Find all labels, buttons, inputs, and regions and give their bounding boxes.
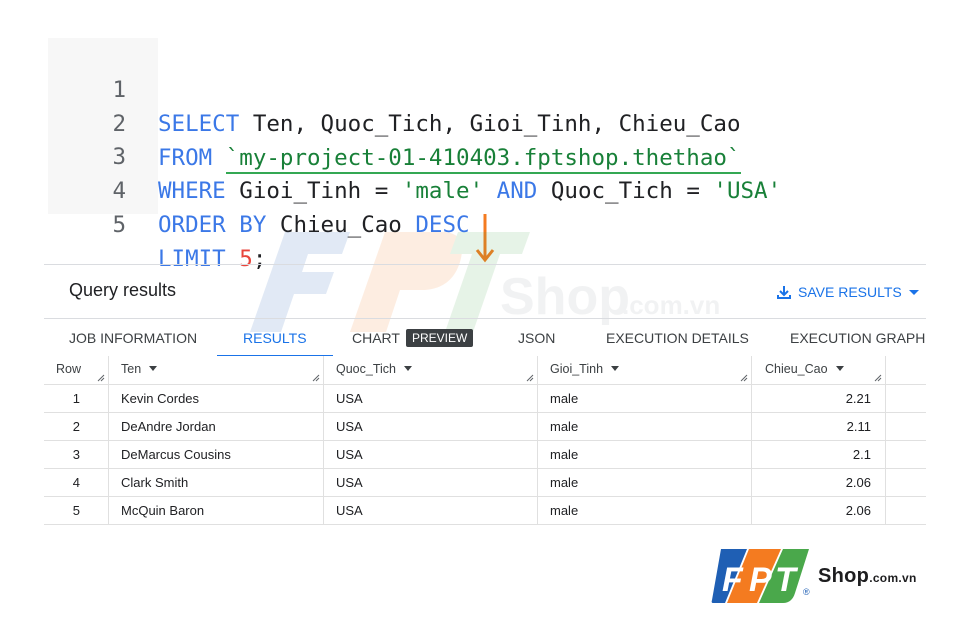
table-header-row: Row Ten Quoc_Tich Gioi_Tinh Chieu_Cao xyxy=(44,356,926,385)
cell-ten[interactable]: Clark Smith xyxy=(109,469,324,496)
keyword-select: SELECT xyxy=(158,111,240,137)
column-header-chieu-cao[interactable]: Chieu_Cao xyxy=(752,356,886,384)
line-number: 5 xyxy=(112,212,126,238)
order-column: Chieu_Cao xyxy=(266,212,416,238)
svg-text:F: F xyxy=(722,561,744,599)
where-condition-2: Quoc_Tich = xyxy=(537,178,714,204)
svg-text:.com.vn: .com.vn xyxy=(622,290,720,320)
code-line-2[interactable]: 2 FROM `my-project-01-410403.fptshop.the… xyxy=(48,73,741,174)
resize-handle-icon[interactable] xyxy=(526,374,534,382)
tab-results[interactable]: RESULTS xyxy=(217,319,332,358)
shop-wordmark: Shop.com.vn xyxy=(818,565,917,587)
tab-json[interactable]: JSON xyxy=(518,319,555,357)
cell-gioi-tinh[interactable]: male xyxy=(538,385,752,412)
column-header-quoc-tich[interactable]: Quoc_Tich xyxy=(324,356,538,384)
tab-execution-graph[interactable]: EXECUTION GRAPH xyxy=(790,319,925,357)
svg-text:T: T xyxy=(775,561,799,599)
download-icon xyxy=(777,286,791,299)
save-results-label: SAVE RESULTS xyxy=(798,284,902,300)
keyword-and: AND xyxy=(496,178,538,204)
preview-badge: PREVIEW xyxy=(405,329,474,347)
fpt-logo-icon: F P T ® xyxy=(711,549,810,603)
results-tabs: JOB INFORMATION RESULTS CHART PREVIEW JSO… xyxy=(44,318,926,358)
cell-gioi-tinh[interactable]: male xyxy=(538,469,752,496)
row-number: 4 xyxy=(44,469,109,496)
caret-down-icon xyxy=(908,289,919,295)
row-number: 1 xyxy=(44,385,109,412)
table-row[interactable]: 3 DeMarcus Cousins USA male 2.1 xyxy=(44,441,926,469)
column-header-row[interactable]: Row xyxy=(44,356,109,384)
table-row[interactable]: 4 Clark Smith USA male 2.06 xyxy=(44,469,926,497)
svg-text:®: ® xyxy=(803,587,810,597)
divider xyxy=(44,264,926,265)
cell-chieu-cao[interactable]: 2.11 xyxy=(752,413,886,440)
table-row[interactable]: 5 McQuin Baron USA male 2.06 xyxy=(44,497,926,525)
cell-gioi-tinh[interactable]: male xyxy=(538,413,752,440)
row-number: 3 xyxy=(44,441,109,468)
keyword-where: WHERE xyxy=(158,178,226,204)
column-header-ten[interactable]: Ten xyxy=(109,356,324,384)
where-condition-1: Gioi_Tinh = xyxy=(225,178,402,204)
cell-chieu-cao[interactable]: 2.06 xyxy=(752,497,886,524)
cell-gioi-tinh[interactable]: male xyxy=(538,497,752,524)
table-row[interactable]: 2 DeAndre Jordan USA male 2.11 xyxy=(44,413,926,441)
resize-handle-icon[interactable] xyxy=(740,374,748,382)
row-number: 5 xyxy=(44,497,109,524)
results-table: Row Ten Quoc_Tich Gioi_Tinh Chieu_Cao 1 … xyxy=(44,356,926,525)
select-columns: Ten, Quoc_Tich, Gioi_Tinh, Chieu_Cao xyxy=(239,111,741,137)
cell-quoc-tich[interactable]: USA xyxy=(324,413,538,440)
cell-chieu-cao[interactable]: 2.21 xyxy=(752,385,886,412)
cell-chieu-cao[interactable]: 2.1 xyxy=(752,441,886,468)
cell-ten[interactable]: DeAndre Jordan xyxy=(109,413,324,440)
resize-handle-icon[interactable] xyxy=(97,374,105,382)
tab-execution-details[interactable]: EXECUTION DETAILS xyxy=(606,319,749,357)
tab-chart[interactable]: CHART PREVIEW xyxy=(352,319,474,357)
cell-quoc-tich[interactable]: USA xyxy=(324,385,538,412)
sql-editor[interactable]: 1 SELECT Ten, Quoc_Tich, Gioi_Tinh, Chie… xyxy=(48,38,878,272)
keyword-limit: LIMIT xyxy=(158,246,226,272)
table-row[interactable]: 1 Kevin Cordes USA male 2.21 xyxy=(44,385,926,413)
cell-chieu-cao[interactable]: 2.06 xyxy=(752,469,886,496)
query-results-title: Query results xyxy=(69,280,177,300)
cell-ten[interactable]: McQuin Baron xyxy=(109,497,324,524)
tab-chart-label: CHART xyxy=(352,330,400,346)
cell-quoc-tich[interactable]: USA xyxy=(324,469,538,496)
cell-gioi-tinh[interactable]: male xyxy=(538,441,752,468)
keyword-from: FROM xyxy=(158,145,213,171)
cell-quoc-tich[interactable]: USA xyxy=(324,497,538,524)
code-line-5[interactable]: 5 LIMIT 5; xyxy=(48,174,266,272)
column-header-gioi-tinh[interactable]: Gioi_Tinh xyxy=(538,356,752,384)
cell-ten[interactable]: DeMarcus Cousins xyxy=(109,441,324,468)
sort-caret-icon[interactable] xyxy=(835,366,844,371)
keyword-desc: DESC xyxy=(415,212,470,238)
resize-handle-icon[interactable] xyxy=(312,374,320,382)
sort-caret-icon[interactable] xyxy=(611,366,620,371)
sort-caret-icon[interactable] xyxy=(403,366,412,371)
svg-text:P: P xyxy=(749,561,772,599)
tab-job-information[interactable]: JOB INFORMATION xyxy=(69,319,197,357)
semicolon: ; xyxy=(252,246,267,272)
resize-handle-icon[interactable] xyxy=(874,374,882,382)
string-literal: 'male' xyxy=(401,178,484,204)
sort-caret-icon[interactable] xyxy=(149,366,158,371)
keyword-order-by: ORDER BY xyxy=(158,212,267,238)
cell-quoc-tich[interactable]: USA xyxy=(324,441,538,468)
cell-ten[interactable]: Kevin Cordes xyxy=(109,385,324,412)
number-literal: 5 xyxy=(239,246,253,272)
code-line-3[interactable]: 3 WHERE Gioi_Tinh = 'male' AND Quoc_Tich… xyxy=(48,106,781,204)
table-reference[interactable]: `my-project-01-410403.fptshop.thethao` xyxy=(225,145,741,174)
code-line-1[interactable]: 1 SELECT Ten, Quoc_Tich, Gioi_Tinh, Chie… xyxy=(48,39,740,137)
row-number: 2 xyxy=(44,413,109,440)
code-line-4[interactable]: 4 ORDER BY Chieu_Cao DESC xyxy=(48,140,469,238)
save-results-button[interactable]: SAVE RESULTS xyxy=(776,282,919,302)
string-literal: 'USA' xyxy=(713,178,782,204)
arrow-down-icon xyxy=(475,214,495,263)
